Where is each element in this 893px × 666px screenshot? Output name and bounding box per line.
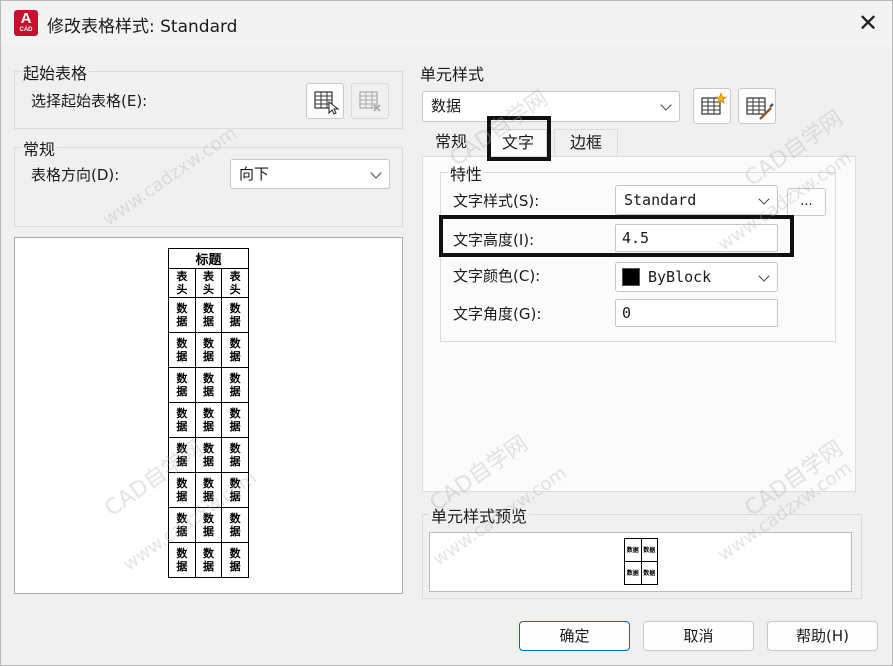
preview-data-cell: 数据 [221, 542, 249, 578]
title-bar: A CAD 修改表格样式: Standard ✕ [1, 1, 892, 45]
tab-border[interactable]: 边框 [554, 129, 618, 157]
preview-data-cell: 数据 [168, 507, 196, 543]
preview-data-cell: 数据 [194, 297, 223, 333]
table-direction-select[interactable]: 向下 [230, 159, 390, 189]
preview-data-cell: 数据 [168, 542, 196, 578]
text-color-value: ByBlock [648, 268, 712, 286]
ok-button[interactable]: 确定 [519, 621, 630, 651]
preview-data-cell: 数据 [194, 507, 223, 543]
preview-data-cell: 数据 [168, 367, 196, 403]
preview-data-cell: 数据 [194, 367, 223, 403]
chevron-down-icon [370, 167, 382, 179]
preview-data-cell: 数据 [221, 402, 249, 438]
tab-general[interactable]: 常规 [422, 129, 480, 157]
help-button[interactable]: 帮助(H) [767, 621, 878, 651]
preview-data-cell: 数据 [194, 542, 223, 578]
preview-data-cell: 数据 [168, 402, 196, 438]
cancel-button[interactable]: 取消 [643, 621, 754, 651]
text-style-label: 文字样式(S): [453, 192, 540, 210]
text-angle-label: 文字角度(G): [453, 305, 542, 323]
preview-cell: 数据 [640, 561, 658, 585]
cell-style-preview-table: 数据 数据 数据 数据 [624, 538, 658, 585]
text-style-browse-button[interactable]: ... [787, 188, 826, 216]
text-color-label: 文字颜色(C): [453, 267, 541, 285]
cell-style-group-label: 单元样式 [418, 61, 487, 85]
highlight-text-tab [487, 116, 551, 161]
preview-data-cell: 数据 [168, 437, 196, 473]
chevron-down-icon [758, 193, 770, 205]
chevron-down-icon [660, 99, 672, 111]
preview-data-cell: 数据 [221, 437, 249, 473]
preview-header-cell: 表头 [221, 268, 249, 298]
cell-style-value: 数据 [431, 97, 462, 115]
text-style-select[interactable]: Standard [615, 185, 778, 215]
select-start-table-button[interactable] [306, 83, 344, 119]
table-preview-area: 标题 表头 表头 表头 数据 数据 数据 数据 数据 数据 数据 数据 数据 数据 数据 数据 数据 数据 数据数… [14, 237, 403, 594]
table-preview: 标题 表头 表头 表头 数据 数据 数据 数据 数据 数据 数据 数据 数据 数据 数据 数据 数据 数据 数据数… [168, 248, 249, 578]
manage-table-style-icon [746, 97, 774, 120]
preview-data-cell: 数据 [221, 367, 249, 403]
new-cell-style-button[interactable] [693, 88, 731, 124]
remove-start-table-button[interactable] [351, 83, 389, 119]
color-swatch [622, 268, 640, 286]
general-group-label: 常规 [21, 136, 58, 160]
new-table-style-icon [701, 92, 727, 115]
preview-data-cell: 数据 [194, 332, 223, 368]
table-delete-icon [359, 91, 381, 112]
text-angle-input[interactable]: 0 [615, 299, 778, 327]
autocad-app-icon: A CAD [14, 10, 38, 36]
preview-cell: 数据 [624, 538, 642, 562]
cell-style-preview-area: 数据 数据 数据 数据 [429, 532, 852, 592]
preview-data-cell: 数据 [221, 507, 249, 543]
preview-data-cell: 数据 [221, 332, 249, 368]
select-start-table-label: 选择起始表格(E): [31, 92, 148, 110]
preview-data-cell: 数据 [221, 297, 249, 333]
preview-data-cell: 数据 [194, 437, 223, 473]
preview-data-cell: 数据 [194, 402, 223, 438]
preview-cell: 数据 [640, 538, 658, 562]
preview-header-cell: 表头 [194, 268, 223, 298]
preview-data-cell: 数据 [221, 472, 249, 508]
preview-data-cell: 数据 [168, 332, 196, 368]
preview-data-cell: 数据 [168, 472, 196, 508]
start-table-group-label: 起始表格 [21, 60, 90, 84]
close-icon[interactable]: ✕ [852, 7, 884, 39]
table-select-icon [314, 91, 340, 115]
preview-data-cell: 数据 [194, 472, 223, 508]
dialog-title: 修改表格样式: Standard [47, 17, 238, 37]
table-direction-value: 向下 [239, 165, 270, 183]
preview-header-cell: 表头 [168, 268, 196, 298]
properties-group-label: 特性 [448, 161, 485, 185]
text-color-select[interactable]: ByBlock [615, 262, 778, 292]
chevron-down-icon [758, 270, 770, 282]
manage-cell-styles-button[interactable] [738, 88, 776, 124]
preview-cell: 数据 [624, 561, 642, 585]
text-style-value: Standard [624, 191, 697, 209]
cell-style-select[interactable]: 数据 [422, 91, 680, 122]
dialog-window: A CAD 修改表格样式: Standard ✕ 起始表格 选择起始表格(E): [0, 0, 893, 666]
preview-title-cell: 标题 [168, 248, 249, 269]
preview-data-cell: 数据 [168, 297, 196, 333]
table-direction-label: 表格方向(D): [31, 166, 120, 184]
highlight-text-height [439, 215, 794, 257]
cell-style-preview-label: 单元样式预览 [429, 503, 530, 527]
